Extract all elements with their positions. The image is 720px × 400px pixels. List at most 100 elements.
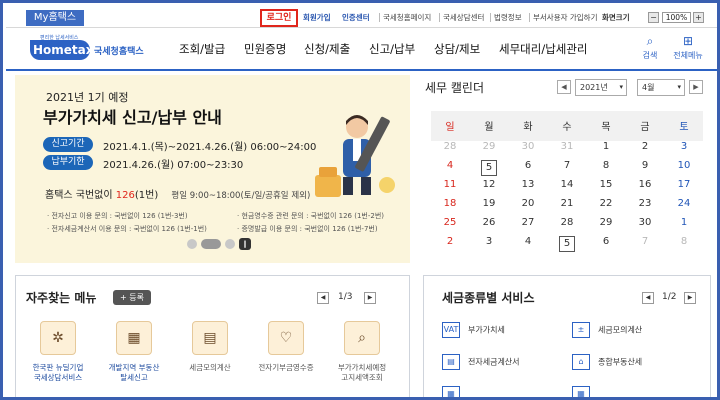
tax-service-item[interactable]: ▤ 전자세금계산서 (442, 354, 520, 370)
calendar-day[interactable]: 19 (470, 198, 508, 209)
calendar-day[interactable]: 22 (587, 198, 625, 209)
calendar-day[interactable]: 10 (665, 160, 703, 171)
calendar-day[interactable]: 25 (431, 217, 469, 228)
calendar-day[interactable]: 11 (431, 179, 469, 190)
prev-page-button[interactable]: ◀ (317, 292, 329, 304)
calendar-day[interactable]: 15 (587, 179, 625, 190)
calendar-day[interactable]: 13 (509, 179, 547, 190)
calendar-day[interactable]: 1 (587, 141, 625, 152)
day-number: 29 (599, 217, 613, 228)
register-button[interactable]: + 등록 (113, 290, 151, 305)
quick-menu-label: 전자기부금영수증 (258, 363, 314, 372)
nts-homepage-link[interactable]: 국세청홈페이지 (383, 12, 431, 23)
calendar-day[interactable]: 17 (665, 179, 703, 190)
next-page-button[interactable]: ▶ (684, 292, 696, 304)
calendar-day[interactable]: 8 (665, 236, 703, 247)
calendar-day[interactable]: 21 (548, 198, 586, 209)
next-month-button[interactable]: ▶ (689, 80, 703, 94)
day-number: 26 (482, 217, 496, 228)
calendar-day[interactable]: 6 (587, 236, 625, 247)
day-number: 18 (443, 198, 457, 209)
calendar-day[interactable]: 16 (626, 179, 664, 190)
calendar-day[interactable]: 29 (587, 217, 625, 228)
calendar-day[interactable]: 4 (509, 236, 547, 247)
quick-menu-item[interactable]: ▦ 개발지역 부동산 탈세신고 (96, 321, 172, 383)
calendar-day[interactable]: 23 (626, 198, 664, 209)
calendar-day[interactable]: 20 (509, 198, 547, 209)
day-number: 4 (524, 236, 532, 247)
quick-menu-item[interactable]: ▤ 세금모의계산 (172, 321, 248, 373)
calendar-day[interactable]: 27 (509, 217, 547, 228)
calendar-day[interactable]: 28 (431, 141, 469, 152)
tax-service-item[interactable]: ▦ (572, 386, 598, 397)
calendar-day[interactable]: 2 (431, 236, 469, 247)
month-select[interactable]: 4월 ▾ (637, 79, 685, 96)
cert-center-link[interactable]: 인증센터 (342, 12, 370, 23)
zoom-out-button[interactable]: − (648, 12, 659, 23)
calendar-day[interactable]: 1 (665, 217, 703, 228)
calendar-day[interactable]: 6 (509, 160, 547, 171)
tax-service-item[interactable]: ± 세금모의계산 (572, 322, 642, 338)
slide-dot-3[interactable] (225, 239, 235, 249)
calendar-day[interactable]: 29 (470, 141, 508, 152)
next-page-button[interactable]: ▶ (364, 292, 376, 304)
calendar-day[interactable]: 8 (587, 160, 625, 171)
quick-menu-item[interactable]: ⌕ 부가가치세예정 고지세액조회 (324, 321, 400, 383)
menu-apply-submit[interactable]: 신청/제출 (304, 41, 350, 57)
calendar-day[interactable]: 30 (509, 141, 547, 152)
tax-service-title: 세금종류별 서비스 (442, 291, 535, 305)
calendar-day[interactable]: 5 (548, 236, 586, 252)
tax-counsel-link[interactable]: 국세상담센터 (443, 12, 484, 23)
calendar-day[interactable]: 7 (548, 160, 586, 171)
tax-service-item[interactable]: VAT 부가가치세 (442, 322, 505, 338)
zoom-in-button[interactable]: + (693, 12, 704, 23)
prev-month-button[interactable]: ◀ (557, 80, 571, 94)
calendar-day[interactable]: 2 (626, 141, 664, 152)
tip-e-invoice: · 전자세금계산서 이용 문의 : 국번없이 126 (1번-1번) (47, 225, 207, 233)
search-button[interactable]: ⌕ 검색 (630, 34, 670, 61)
menu-consult-report[interactable]: 상담/제보 (434, 41, 480, 57)
payment-deadline-value: 2021.4.26.(월) 07:00~23:30 (103, 160, 244, 171)
tax-service-item[interactable]: ⌂ 종합부동산세 (572, 354, 642, 370)
year-select[interactable]: 2021년 ▾ (575, 79, 627, 96)
day-number: 20 (521, 198, 535, 209)
calendar-title: 세무 캘린더 (425, 81, 485, 95)
calendar-day[interactable]: 3 (470, 236, 508, 247)
year-value: 2021년 (580, 83, 608, 92)
calendar-day[interactable]: 9 (626, 160, 664, 171)
calendar-day[interactable]: 26 (470, 217, 508, 228)
calendar-day[interactable]: 14 (548, 179, 586, 190)
calendar-day[interactable]: 5 (470, 160, 508, 176)
menu-filing-payment[interactable]: 신고/납부 (369, 41, 415, 57)
calendar-day[interactable]: 24 (665, 198, 703, 209)
vat-notice-banner[interactable]: 2021년 1기 예정 부가가치세 신고/납부 안내 신고기간 2021.4.1… (15, 75, 410, 263)
day-number: 15 (599, 179, 613, 190)
login-link[interactable]: 로그인 (260, 9, 298, 27)
quick-menu-item[interactable]: ✲ 한국판 뉴딜기업 국세상담서비스 (20, 321, 96, 383)
calendar-day[interactable]: 31 (548, 141, 586, 152)
quick-menu-label: 세금모의계산 (189, 363, 231, 372)
calendar-day[interactable]: 12 (470, 179, 508, 190)
law-info-link[interactable]: 법령정보 (494, 12, 522, 23)
calendar-day[interactable]: 18 (431, 198, 469, 209)
menu-tax-agent[interactable]: 세무대리/납세관리 (499, 41, 588, 57)
slide-dot-1[interactable] (187, 239, 197, 249)
calendar-day[interactable]: 3 (665, 141, 703, 152)
more-service-icon: ▦ (442, 386, 460, 397)
calendar-day[interactable]: 4 (431, 160, 469, 171)
menu-inquiry-issue[interactable]: 조회/발급 (179, 41, 225, 57)
calendar-day[interactable]: 28 (548, 217, 586, 228)
menu-civil-certificate[interactable]: 민원증명 (244, 41, 286, 57)
tax-service-item[interactable]: ▦ (442, 386, 468, 397)
dept-user-signup-link[interactable]: 부서사용자 가입하기 (533, 12, 597, 23)
pause-icon[interactable]: ‖ (239, 238, 251, 250)
quick-menu-item[interactable]: ♡ 전자기부금영수증 (248, 321, 324, 373)
all-menu-button[interactable]: ⊞ 전체메뉴 (668, 34, 708, 61)
calendar-day[interactable]: 30 (626, 217, 664, 228)
prev-page-button[interactable]: ◀ (642, 292, 654, 304)
signup-link[interactable]: 회원가입 (303, 12, 331, 23)
hometax-logo[interactable]: 편리한 납세서비스 Hometax, 국세청홈택스 (30, 35, 158, 62)
calendar-day[interactable]: 7 (626, 236, 664, 247)
slide-dot-active[interactable] (201, 239, 221, 249)
my-hometax-button[interactable]: My홈택스 (26, 10, 84, 26)
